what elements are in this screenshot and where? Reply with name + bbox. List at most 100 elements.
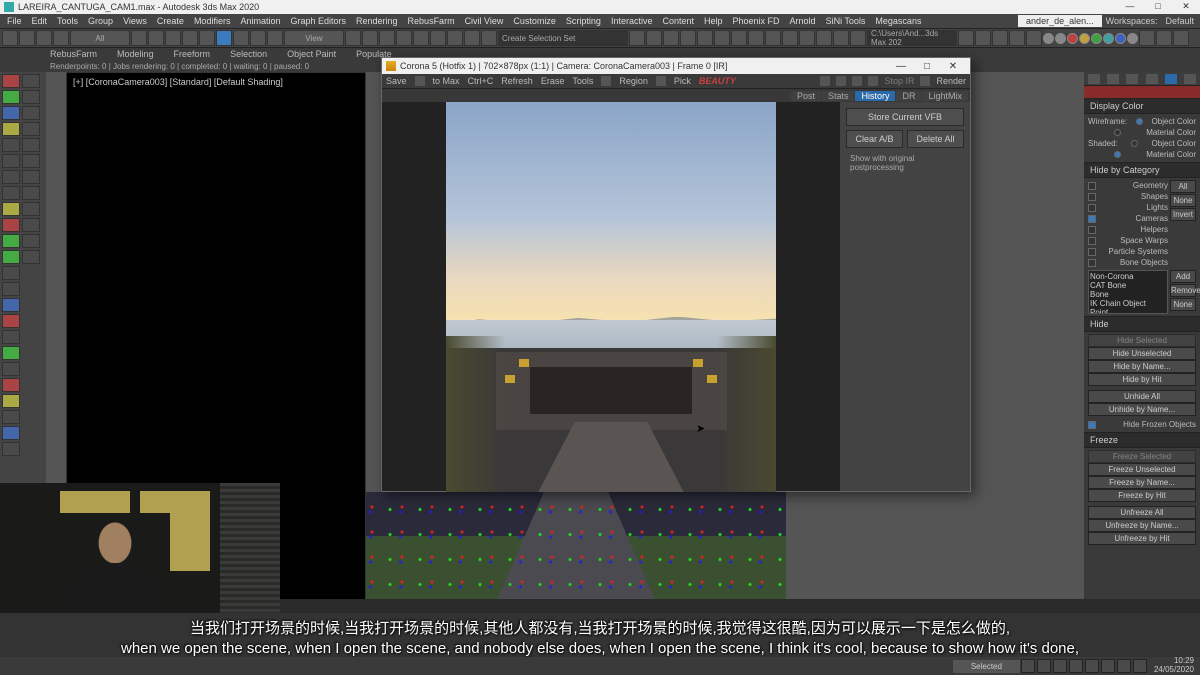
vfb-tools-button[interactable]: Tools bbox=[572, 76, 593, 86]
vfb-zoom-icon[interactable] bbox=[852, 76, 862, 86]
tab-rebusfarm[interactable]: RebusFarm bbox=[50, 49, 97, 59]
sphere-icon[interactable] bbox=[1043, 33, 1054, 44]
vfb-stopir-button[interactable]: Stop IR bbox=[884, 76, 914, 86]
vfb-tab-dr[interactable]: DR bbox=[896, 91, 921, 101]
tool-icon[interactable] bbox=[464, 30, 480, 46]
vfb-pick-button[interactable]: Pick bbox=[674, 76, 691, 86]
close-button[interactable]: ✕ bbox=[1176, 1, 1196, 13]
sphere-icon[interactable] bbox=[1103, 33, 1114, 44]
menu-grapheditors[interactable]: Graph Editors bbox=[285, 16, 351, 26]
tool-icon[interactable] bbox=[131, 30, 147, 46]
tool-icon[interactable] bbox=[697, 30, 713, 46]
tool-icon[interactable] bbox=[731, 30, 747, 46]
unhide-byname-button[interactable]: Unhide by Name... bbox=[1088, 403, 1196, 416]
sphere-icon[interactable] bbox=[1091, 33, 1102, 44]
none-button[interactable]: None bbox=[1170, 194, 1196, 207]
category-listbox[interactable]: Non-Corona CAT Bone Bone IK Chain Object… bbox=[1088, 270, 1168, 314]
move-button[interactable] bbox=[216, 30, 232, 46]
vfb-zoom-icon[interactable] bbox=[836, 76, 846, 86]
tool-icon[interactable] bbox=[850, 30, 866, 46]
tool-icon[interactable] bbox=[379, 30, 395, 46]
menu-rebusfarm[interactable]: RebusFarm bbox=[403, 16, 460, 26]
nav-icon[interactable] bbox=[1133, 659, 1147, 673]
unhide-all-button[interactable]: Unhide All bbox=[1088, 390, 1196, 403]
vfb-tab-lightmix[interactable]: LightMix bbox=[922, 91, 968, 101]
sphere-icon[interactable] bbox=[1115, 33, 1126, 44]
tool-icon[interactable] bbox=[680, 30, 696, 46]
redo-button[interactable] bbox=[19, 30, 35, 46]
sphere-icon[interactable] bbox=[1127, 33, 1138, 44]
left-tool-icon[interactable] bbox=[2, 90, 20, 104]
tool-icon[interactable] bbox=[975, 30, 991, 46]
menu-help[interactable]: Help bbox=[699, 16, 728, 26]
menu-interactive[interactable]: Interactive bbox=[606, 16, 658, 26]
left-tool-icon[interactable] bbox=[2, 122, 20, 136]
menu-megascans[interactable]: Megascans bbox=[870, 16, 926, 26]
vfb-tomax-button[interactable]: to Max bbox=[433, 76, 460, 86]
store-vfb-button[interactable]: Store Current VFB bbox=[846, 108, 964, 126]
percent-snap-icon[interactable] bbox=[447, 30, 463, 46]
vfb-save-button[interactable]: Save bbox=[386, 76, 407, 86]
tool-icon[interactable] bbox=[765, 30, 781, 46]
tool-icon[interactable] bbox=[958, 30, 974, 46]
user-account[interactable]: ander_de_alen... bbox=[1018, 15, 1102, 27]
vfb-tab-stats[interactable]: Stats bbox=[822, 91, 855, 101]
vfb-tab-post[interactable]: Post bbox=[791, 91, 821, 101]
tool-icon[interactable] bbox=[663, 30, 679, 46]
selection-label[interactable]: Selected bbox=[953, 660, 1020, 673]
menu-create[interactable]: Create bbox=[152, 16, 189, 26]
menu-group[interactable]: Group bbox=[83, 16, 118, 26]
freeze-unselected-button[interactable]: Freeze Unselected bbox=[1088, 463, 1196, 476]
menu-views[interactable]: Views bbox=[118, 16, 152, 26]
tool-icon[interactable] bbox=[362, 30, 378, 46]
nav-icon[interactable] bbox=[1117, 659, 1131, 673]
hide-category-header[interactable]: Hide by Category bbox=[1084, 162, 1200, 178]
left-tool-icon[interactable] bbox=[22, 234, 40, 248]
vfb-tab-history[interactable]: History bbox=[855, 91, 895, 101]
hierarchy-tab-icon[interactable] bbox=[1126, 74, 1138, 84]
link-button[interactable] bbox=[36, 30, 52, 46]
tool-icon[interactable] bbox=[396, 30, 412, 46]
left-tool-icon[interactable] bbox=[2, 266, 20, 280]
spacewarps-checkbox[interactable] bbox=[1088, 237, 1096, 245]
left-tool-icon[interactable] bbox=[2, 346, 20, 360]
viewport-label[interactable]: [+] [CoronaCamera003] [Standard] [Defaul… bbox=[73, 77, 283, 87]
freeze-header[interactable]: Freeze bbox=[1084, 432, 1200, 448]
hide-byhit-button[interactable]: Hide by Hit bbox=[1088, 373, 1196, 386]
left-tool-icon[interactable] bbox=[2, 186, 20, 200]
left-tool-icon[interactable] bbox=[2, 330, 20, 344]
motion-tab-icon[interactable] bbox=[1146, 74, 1158, 84]
clear-ab-button[interactable]: Clear A/B bbox=[846, 130, 903, 148]
unfreeze-byhit-button[interactable]: Unfreeze by Hit bbox=[1088, 532, 1196, 545]
nav-icon[interactable] bbox=[1085, 659, 1099, 673]
left-tool-icon[interactable] bbox=[2, 282, 20, 296]
tab-selection[interactable]: Selection bbox=[230, 49, 267, 59]
vfb-close-button[interactable]: ✕ bbox=[940, 61, 966, 72]
tab-modeling[interactable]: Modeling bbox=[117, 49, 154, 59]
vfb-ctrlc-button[interactable]: Ctrl+C bbox=[468, 76, 494, 86]
menu-file[interactable]: File bbox=[2, 16, 27, 26]
display-tab-icon[interactable] bbox=[1165, 74, 1177, 84]
vfb-dropdown-icon[interactable] bbox=[415, 76, 425, 86]
add-button[interactable]: Add bbox=[1170, 270, 1196, 283]
rotate-button[interactable] bbox=[233, 30, 249, 46]
left-tool-icon[interactable] bbox=[2, 298, 20, 312]
display-color-header[interactable]: Display Color bbox=[1084, 98, 1200, 114]
unfreeze-byname-button[interactable]: Unfreeze by Name... bbox=[1088, 519, 1196, 532]
unfreeze-all-button[interactable]: Unfreeze All bbox=[1088, 506, 1196, 519]
render-icon[interactable] bbox=[816, 30, 832, 46]
left-tool-icon[interactable] bbox=[22, 202, 40, 216]
menu-tools[interactable]: Tools bbox=[52, 16, 83, 26]
sphere-icon[interactable] bbox=[1055, 33, 1066, 44]
filter-dropdown[interactable]: All bbox=[70, 30, 130, 46]
menu-sinitools[interactable]: SiNi Tools bbox=[821, 16, 871, 26]
tool-icon[interactable] bbox=[992, 30, 1008, 46]
freeze-selected-button[interactable]: Freeze Selected bbox=[1088, 450, 1196, 463]
tool-icon[interactable] bbox=[1156, 30, 1172, 46]
tool-icon[interactable] bbox=[782, 30, 798, 46]
left-tool-icon[interactable] bbox=[2, 410, 20, 424]
vfb-render-viewport[interactable]: ➤ bbox=[382, 102, 840, 491]
left-tool-icon[interactable] bbox=[2, 234, 20, 248]
particles-checkbox[interactable] bbox=[1088, 248, 1096, 256]
hide-header[interactable]: Hide bbox=[1084, 316, 1200, 332]
